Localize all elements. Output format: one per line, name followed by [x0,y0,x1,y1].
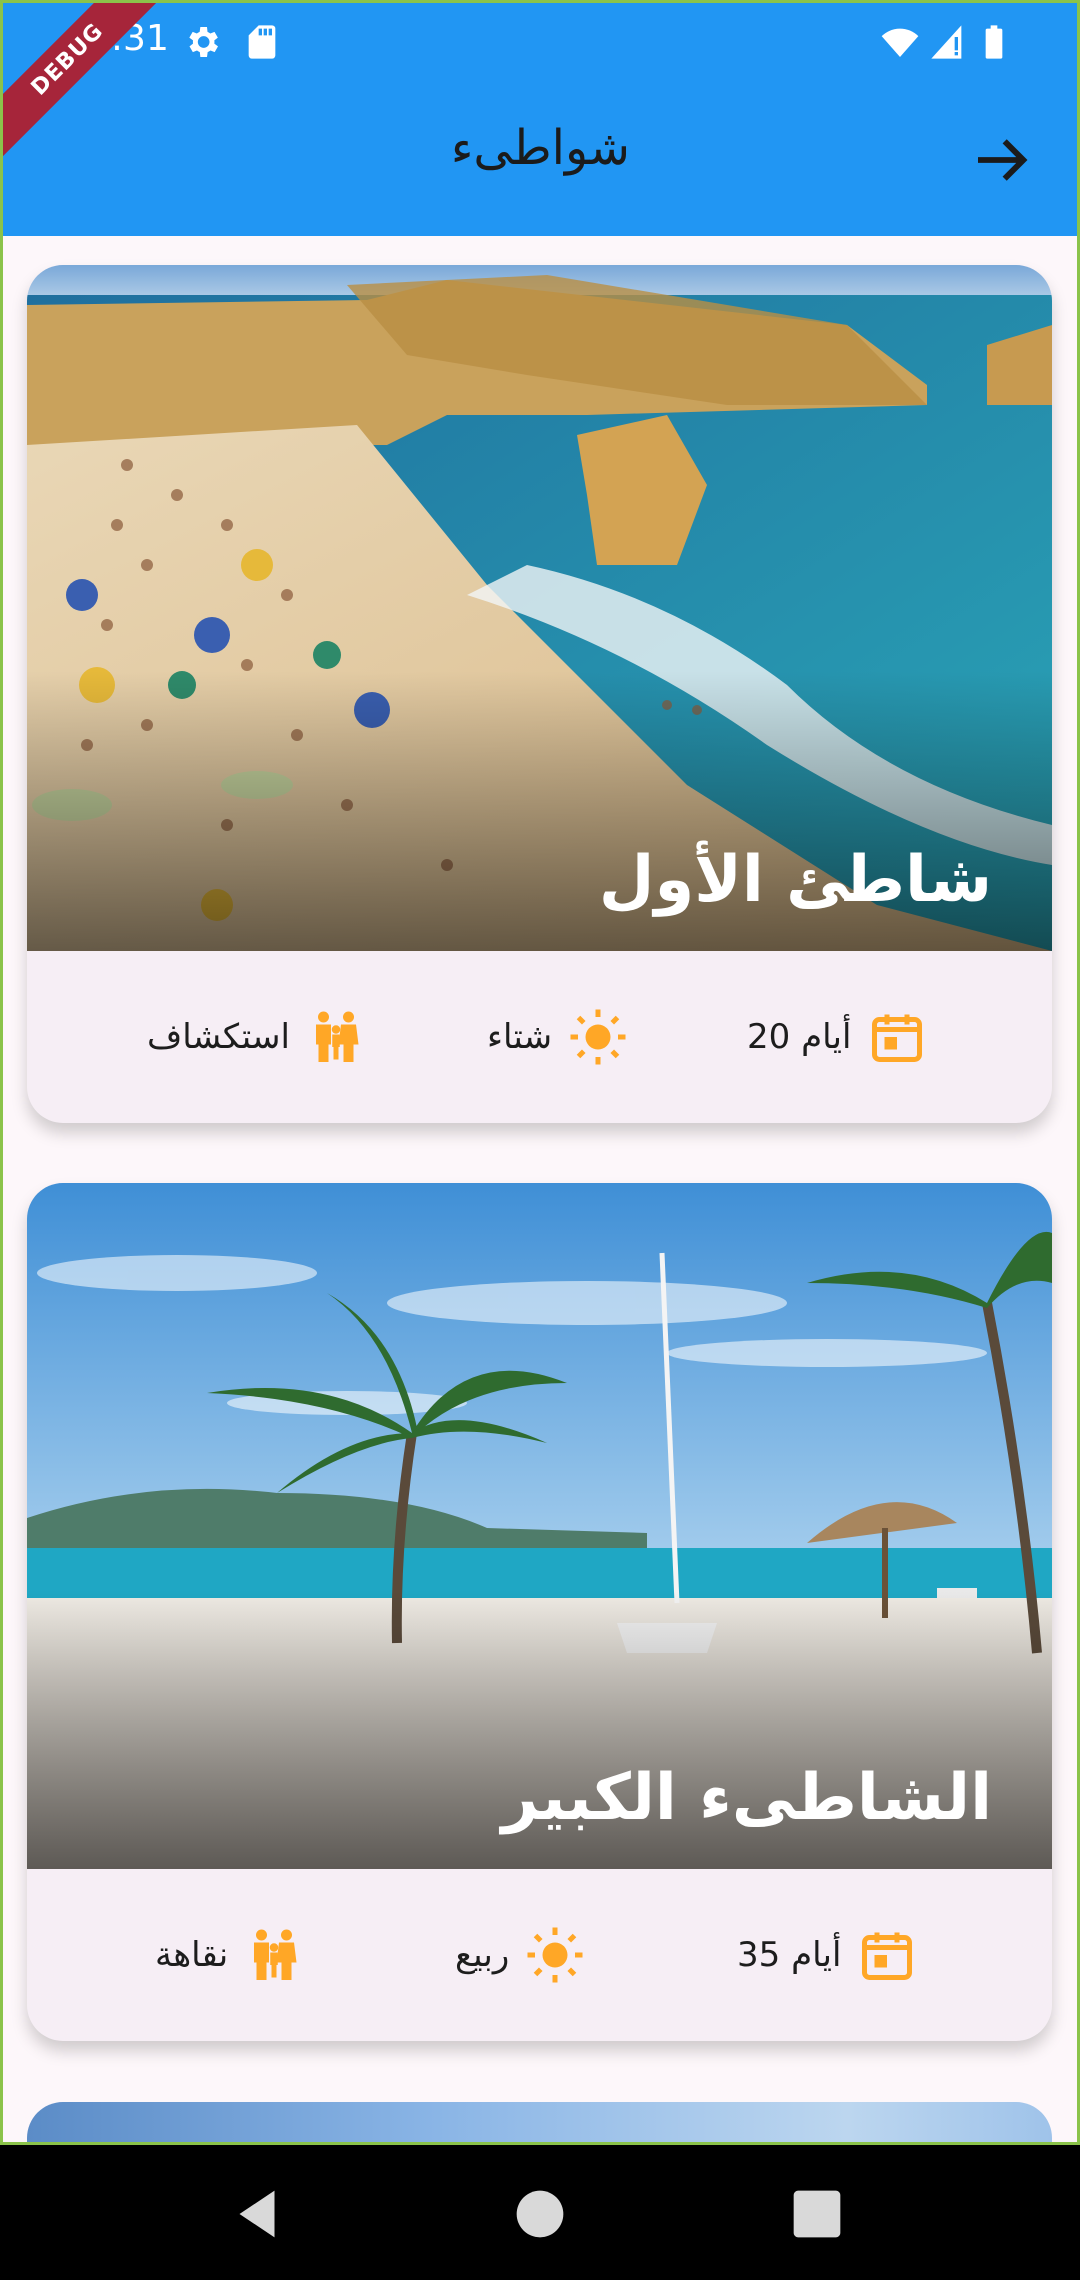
sun-icon [570,1009,626,1065]
beach-info-row: 20 أيام شتاء استكشاف [27,951,1052,1123]
duration-label: 35 أيام [737,1935,842,1975]
beach-image: الشاطىء الكبير [27,1183,1052,1869]
back-nav-icon[interactable] [222,2179,292,2249]
home-nav-icon[interactable] [505,2179,575,2249]
app-header: 3:31 DEBUG شواطىء [0,0,1080,236]
family-icon [254,1929,297,1980]
calendar-icon [862,1932,913,1980]
beach-card[interactable]: الشاطىء الكبير 35 أيام ربيع نقاهة [27,1183,1052,2041]
beach-image: شاطئ الأول [27,265,1052,951]
duration-info: 20 أيام [747,1003,927,1071]
wifi-icon [881,28,919,57]
beach-title: الشاطىء الكبير [501,1761,992,1835]
season-label: ربيع [455,1935,510,1975]
beach-info-row: 35 أيام ربيع نقاهة [27,1869,1052,2041]
page-title: شواطىء [450,120,630,176]
recents-nav-icon[interactable] [782,2179,852,2249]
battery-icon [985,25,1003,59]
calendar-icon [872,1014,923,1062]
category-label: استكشاف [147,1017,290,1057]
arrow-right-icon[interactable] [970,128,1034,192]
category-info: نقاهة [155,1921,304,1989]
category-info: استكشاف [147,1003,366,1071]
season-info: شتاء [487,1003,628,1071]
category-label: نقاهة [155,1935,229,1975]
beach-card[interactable]: شاطئ الأول 20 أيام شتاء استكشاف [27,265,1052,1123]
sd-card-icon [248,25,276,59]
family-icon [315,1011,359,1062]
beach-title: شاطئ الأول [598,843,992,917]
duration-label: 20 أيام [747,1017,852,1057]
sun-icon [527,1927,583,1983]
signal-icon [931,25,962,59]
season-info: ربيع [455,1921,585,1989]
settings-icon [189,27,218,57]
status-bar: 3:31 [0,0,1080,88]
season-label: شتاء [487,1017,553,1057]
system-nav-bar [0,2145,1080,2280]
duration-info: 35 أيام [737,1921,917,1989]
